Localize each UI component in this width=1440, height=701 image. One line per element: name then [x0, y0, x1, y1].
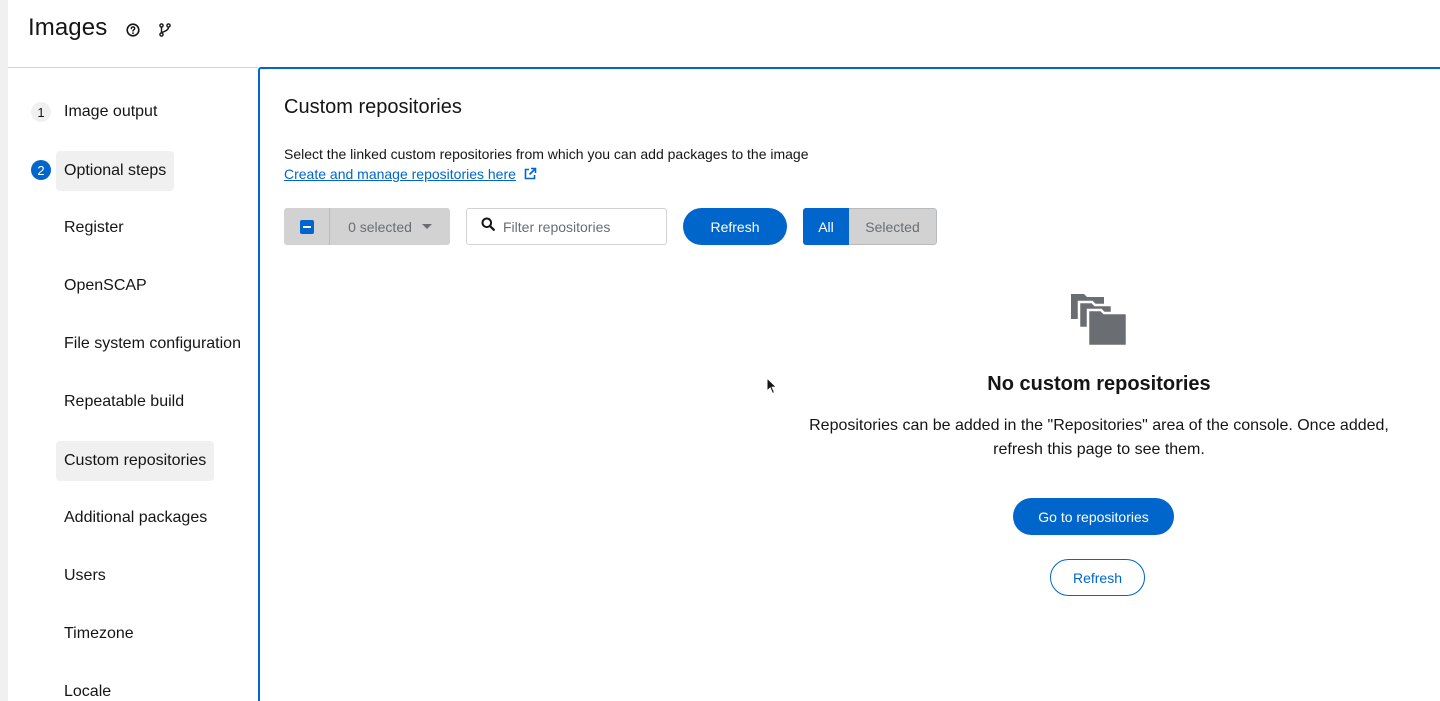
repositories-toolbar: 0 selected Refresh All Selected [284, 208, 984, 245]
nav-item-custom-repositories[interactable]: Custom repositories [56, 441, 215, 481]
go-to-repositories-button[interactable]: Go to repositories [1013, 498, 1174, 535]
wizard-main-panel: Custom repositories Select the linked cu… [258, 67, 1440, 701]
filter-repositories [466, 208, 667, 245]
mouse-pointer-icon [766, 376, 778, 400]
nav-item-label: Timezone [64, 625, 134, 642]
nav-item-label: Additional packages [64, 509, 208, 526]
nav-item-label: File system configuration [64, 335, 241, 352]
nav-item-label: Register [64, 219, 124, 236]
step-number-1: 1 [31, 102, 51, 122]
search-icon [481, 217, 495, 236]
page-header: Images [28, 14, 173, 42]
nav-item-optional-steps[interactable]: Optional steps [56, 151, 175, 191]
bulk-select-label: 0 selected [348, 218, 412, 235]
nav-item-image-output[interactable]: Image output [56, 92, 165, 132]
nav-item-label: Repeatable build [64, 393, 185, 410]
nav-item-label: Optional steps [64, 162, 167, 179]
external-link-icon [523, 167, 537, 181]
nav-item-label: Locale [64, 683, 112, 700]
nav-item-users[interactable]: Users [56, 556, 114, 596]
caret-down-icon [421, 224, 432, 229]
manage-repositories-link-label: Create and manage repositories here [284, 166, 516, 182]
section-description: Select the linked custom repositories fr… [284, 146, 809, 162]
repository-folders-icon [800, 293, 1398, 347]
nav-item-label: OpenSCAP [64, 277, 147, 294]
filter-repositories-input[interactable] [503, 218, 653, 235]
bulk-select-checkbox[interactable] [284, 208, 330, 245]
manage-repositories-link[interactable]: Create and manage repositories here [284, 166, 537, 182]
nav-item-locale[interactable]: Locale [56, 672, 119, 701]
empty-state-refresh-button[interactable]: Refresh [1050, 559, 1145, 596]
empty-state: No custom repositories Repositories can … [800, 293, 1398, 596]
code-branch-icon[interactable] [157, 22, 173, 38]
nav-item-openscap[interactable]: OpenSCAP [56, 266, 155, 306]
nav-item-label: Image output [64, 103, 158, 120]
nav-item-label: Users [64, 567, 106, 584]
help-circle-icon[interactable] [125, 22, 141, 38]
bulk-select-toggle[interactable]: 0 selected [330, 208, 450, 245]
indeterminate-checkbox-icon [299, 219, 314, 234]
nav-item-file-system-configuration[interactable]: File system configuration [56, 324, 249, 364]
empty-state-title: No custom repositories [987, 373, 1211, 395]
refresh-button[interactable]: Refresh [683, 208, 787, 245]
nav-item-repeatable-build[interactable]: Repeatable build [56, 382, 192, 422]
nav-item-label: Custom repositories [64, 452, 207, 469]
bulk-select: 0 selected [284, 208, 450, 245]
empty-state-body: Repositories can be added in the "Reposi… [809, 417, 1389, 458]
nav-item-register[interactable]: Register [56, 208, 132, 248]
step-number-2: 2 [31, 160, 51, 180]
toggle-selected-button[interactable]: Selected [849, 208, 937, 245]
wizard-nav: 1 Image output 2 Optional steps Register… [0, 68, 258, 701]
all-selected-toggle-group: All Selected [803, 208, 937, 245]
nav-item-additional-packages[interactable]: Additional packages [56, 498, 215, 538]
section-title: Custom repositories [284, 96, 462, 118]
nav-item-timezone[interactable]: Timezone [56, 614, 142, 654]
toggle-all-button[interactable]: All [803, 208, 849, 245]
page-title: Images [28, 14, 108, 41]
